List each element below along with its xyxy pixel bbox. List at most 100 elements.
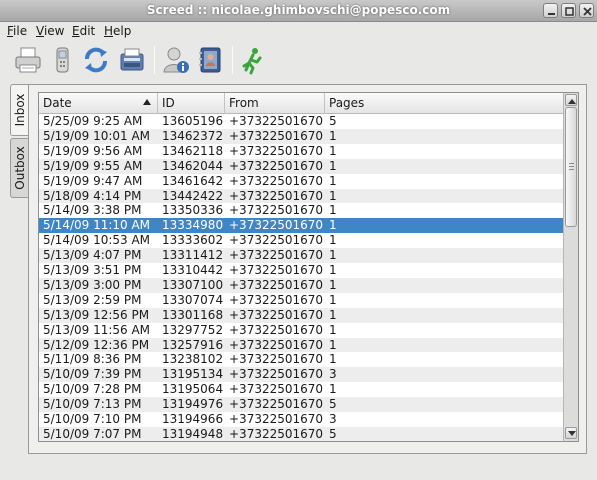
cell-date: 5/13/09 2:59 PM [43,292,142,307]
cell-pages: 1 [329,248,337,263]
table-row[interactable]: 5/14/09 10:53 AM 13333602 +37322501670 1 [39,233,563,249]
cell-date: 5/13/09 3:00 PM [43,277,142,292]
cell-pages: 1 [329,382,337,397]
refresh-icon [85,47,107,73]
cell-date: 5/12/09 12:36 PM [43,337,150,352]
fax-button[interactable] [116,44,148,76]
table-row[interactable]: 5/18/09 4:14 PM 13442422 +37322501670 1 [39,188,563,204]
cell-id: 13310442 [162,263,224,277]
cell-from: +37322501670 [229,337,324,352]
toolbar-separator [154,46,155,74]
table-row[interactable]: 5/13/09 11:56 AM 13297752 +37322501670 1 [39,322,563,338]
cell-id: 13195134 [162,367,224,382]
scroll-up-button[interactable] [565,94,577,106]
scrollbar-thumb[interactable] [565,107,577,227]
vertical-scrollbar[interactable] [563,93,578,441]
table-row[interactable]: 5/11/09 8:36 PM 13238102 +37322501670 1 [39,352,563,368]
cell-id: 13462044 [162,158,224,173]
toolbar-separator [232,46,233,74]
cell-pages: 5 [329,397,337,412]
table-row[interactable]: 5/10/09 7:10 PM 13194966 +37322501670 3 [39,412,563,427]
cell-date: 5/19/09 9:47 AM [43,173,143,188]
tab-outbox[interactable]: Outbox [10,138,29,198]
table-row[interactable]: 5/10/09 7:28 PM 13195064 +37322501670 1 [39,382,563,398]
cell-id: 13194976 [162,397,224,412]
cell-date: 5/10/09 7:13 PM [43,397,142,412]
tab-inbox[interactable]: Inbox [10,84,29,136]
cell-from: +37322501670 [229,218,324,233]
cell-pages: 1 [329,322,337,337]
table-row[interactable]: 5/13/09 3:00 PM 13307100 +37322501670 1 [39,277,563,293]
cell-from: +37322501670 [229,158,324,173]
cell-pages: 1 [329,128,337,143]
cell-from: +37322501670 [229,173,324,188]
maximize-button[interactable] [561,3,576,18]
table-row[interactable]: 5/14/09 3:38 PM 13350336 +37322501670 1 [39,203,563,219]
table-row[interactable]: 5/13/09 2:59 PM 13307074 +37322501670 1 [39,292,563,308]
table-row[interactable]: 5/19/09 10:01 AM 13462372 +37322501670 1 [39,128,563,144]
cell-from: +37322501670 [229,352,324,367]
cell-pages: 1 [329,307,337,322]
cell-id: 13462372 [162,128,224,143]
cell-pages: 1 [329,173,337,188]
menu-view[interactable]: View [36,24,64,38]
arrow-down-icon [568,431,576,436]
cell-date: 5/13/09 11:56 AM [43,322,151,337]
print-button[interactable] [12,44,44,76]
table-row[interactable]: 5/14/09 11:10 AM 13334980 +37322501670 1 [39,218,563,234]
column-header-from[interactable]: From [225,93,325,114]
sort-ascending-icon [143,99,151,105]
cell-id: 13442422 [162,188,224,203]
cell-from: +37322501670 [229,128,324,143]
cell-id: 13257916 [162,337,224,352]
cell-pages: 3 [329,412,337,426]
column-header-date[interactable]: Date [39,93,158,114]
table-row[interactable]: 5/10/09 7:39 PM 13195134 +37322501670 3 [39,367,563,383]
cell-date: 5/14/09 3:38 PM [43,203,142,218]
address-book-button[interactable] [194,44,226,76]
title-bar[interactable]: Screed :: nicolae.ghimbovschi@popesco.co… [0,0,597,22]
cell-date: 5/10/09 7:10 PM [43,412,142,426]
refresh-button[interactable] [80,44,112,76]
toolbar [0,40,597,80]
table-row[interactable]: 5/12/09 12:36 PM 13257916 +37322501670 1 [39,337,563,353]
cell-pages: 1 [329,143,337,158]
address-book-icon [199,47,221,73]
table-row[interactable]: 5/13/09 12:56 PM 13301168 +37322501670 1 [39,307,563,323]
table-row[interactable]: 5/10/09 7:13 PM 13194976 +37322501670 5 [39,397,563,412]
cell-id: 13195064 [162,382,224,397]
menu-file[interactable]: File [7,24,27,38]
table-row[interactable]: 5/19/09 9:56 AM 13462118 +37322501670 1 [39,143,563,159]
contact-info-button[interactable] [160,44,192,76]
scroll-down-button[interactable] [565,427,577,439]
quit-button[interactable] [236,44,268,76]
cell-pages: 1 [329,233,337,248]
table-row[interactable]: 5/25/09 9:25 AM 13605196 +37322501670 5 [39,114,563,129]
phone-button[interactable] [46,44,78,76]
cell-from: +37322501670 [229,277,324,292]
menu-help[interactable]: Help [104,24,131,38]
cell-from: +37322501670 [229,233,324,248]
table-row[interactable]: 5/19/09 9:47 AM 13461642 +37322501670 1 [39,173,563,189]
cell-from: +37322501670 [229,322,324,337]
cell-from: +37322501670 [229,292,324,307]
cell-id: 13194948 [162,426,224,441]
menu-edit[interactable]: Edit [72,24,95,38]
column-header-id[interactable]: ID [158,93,225,114]
printer-icon [15,47,41,73]
cell-from: +37322501670 [229,248,324,263]
window-title: Screed :: nicolae.ghimbovschi@popesco.co… [146,3,451,17]
cell-id: 13297752 [162,322,224,337]
cell-date: 5/19/09 10:01 AM [43,128,151,143]
table-row[interactable]: 5/19/09 9:55 AM 13462044 +37322501670 1 [39,158,563,174]
table-row[interactable]: 5/13/09 4:07 PM 13311412 +37322501670 1 [39,248,563,263]
cell-from: +37322501670 [229,382,324,397]
fax-table: Date ID From Pages 5/25/09 9:25 AM 136051… [38,92,579,442]
cell-from: +37322501670 [229,263,324,277]
table-row[interactable]: 5/13/09 3:51 PM 13310442 +37322501670 1 [39,263,563,278]
cell-from: +37322501670 [229,426,324,441]
column-header-pages[interactable]: Pages [325,93,563,114]
table-row[interactable]: 5/10/09 7:07 PM 13194948 +37322501670 5 [39,426,563,441]
minimize-button[interactable] [543,3,558,18]
close-button[interactable] [579,3,594,18]
